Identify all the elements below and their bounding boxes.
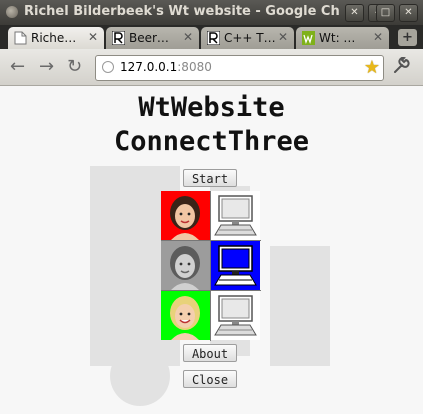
address-bar[interactable]: 127.0.0.1:8080 ★	[95, 55, 384, 81]
window-close-button[interactable]: ✕	[345, 4, 364, 22]
page-content: WtWebsite ConnectThree Start About Close	[0, 86, 423, 414]
board-cell-computer[interactable]	[211, 241, 260, 290]
window-maximize-button[interactable]: □	[376, 4, 395, 22]
url-host: 127.0.0.1	[120, 60, 178, 74]
reload-icon[interactable]: ↻	[67, 58, 82, 76]
new-tab-button[interactable]: +	[398, 29, 417, 46]
tab-close-icon[interactable]: ✕	[88, 30, 98, 44]
board-cell-computer[interactable]	[211, 291, 260, 340]
wt-logo-icon	[302, 31, 315, 45]
url-port: :8080	[177, 60, 212, 74]
tab-label: Wt: …	[319, 31, 356, 45]
wrench-shape	[394, 56, 410, 73]
player-face-icon	[170, 296, 200, 340]
title-bar[interactable]: Richel Bilderbeek's Wt website - Google …	[0, 0, 423, 25]
board-divider	[161, 240, 261, 241]
start-button[interactable]: Start	[183, 169, 237, 187]
rb-logo-icon	[112, 31, 125, 45]
board-cell-player[interactable]	[161, 191, 210, 240]
tab-strip: Riche… ✕ Beer… ✕ C++ T… ✕ Wt: … ✕ +	[0, 25, 423, 49]
player-face-icon	[170, 196, 200, 240]
page-title-line-2: ConnectThree	[113, 126, 310, 157]
browser-toolbar: ← → ↻ 127.0.0.1:8080 ★	[0, 49, 423, 86]
tab-close-icon[interactable]: ✕	[183, 30, 193, 44]
tab-close-icon[interactable]: ✕	[278, 30, 288, 44]
game-board	[161, 191, 261, 341]
tab-label: C++ T…	[224, 31, 276, 45]
rb-logo-icon	[207, 31, 220, 45]
forward-arrow-icon[interactable]: →	[39, 58, 54, 76]
tab-richel[interactable]: Riche… ✕	[8, 27, 104, 49]
tab-close-icon[interactable]: ✕	[373, 30, 383, 44]
board-divider	[210, 191, 211, 341]
wrench-icon[interactable]	[393, 56, 410, 79]
computer-icon	[214, 295, 257, 336]
about-button[interactable]: About	[183, 344, 237, 362]
board-cell-player[interactable]	[161, 241, 210, 290]
page-icon	[14, 31, 27, 45]
tab-cpp[interactable]: C++ T… ✕	[201, 27, 294, 49]
bookmark-star-icon[interactable]: ★	[364, 57, 380, 78]
board-divider	[161, 290, 261, 291]
tab-wt[interactable]: Wt: … ✕	[296, 27, 389, 49]
back-arrow-icon[interactable]: ←	[10, 58, 25, 76]
url-text[interactable]: 127.0.0.1:8080	[120, 60, 212, 74]
board-cell-computer[interactable]	[211, 191, 260, 240]
tab-beer[interactable]: Beer… ✕	[106, 27, 199, 49]
computer-icon	[214, 195, 257, 236]
computer-icon	[214, 245, 257, 286]
browser-window: Richel Bilderbeek's Wt website - Google …	[0, 0, 423, 414]
window-menu-icon[interactable]	[6, 6, 18, 18]
window-close-right-button[interactable]: ✕	[399, 4, 418, 22]
globe-icon	[102, 61, 114, 73]
window-title: Richel Bilderbeek's Wt website - Google …	[24, 4, 340, 19]
tab-label: Riche…	[31, 31, 77, 45]
close-button[interactable]: Close	[183, 370, 237, 388]
player-face-icon	[170, 246, 200, 290]
board-cell-player[interactable]	[161, 291, 210, 340]
tab-label: Beer…	[129, 31, 169, 45]
page-title-line-1: WtWebsite	[138, 92, 285, 123]
